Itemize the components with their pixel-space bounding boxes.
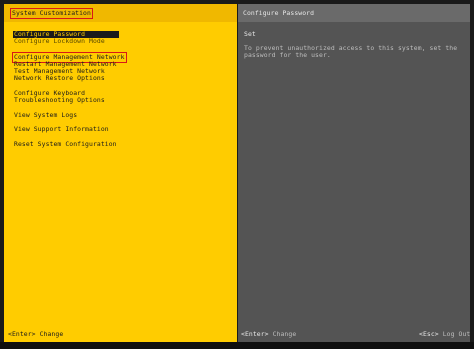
menu-item-reset-system-configuration[interactable]: Reset System Configuration [14, 141, 117, 148]
enter-action: Change [39, 330, 64, 338]
esc-key: <Esc> [419, 330, 439, 338]
change-action: Change [272, 330, 297, 338]
configure-password-panel: Configure Password Set To prevent unauth… [238, 4, 470, 342]
enter-key: <Enter> [8, 330, 36, 338]
system-customization-panel: System Customization Configure Password … [4, 4, 237, 342]
panel-title: System Customization [10, 8, 93, 19]
esc-logout-hint: <Esc> Log Out [419, 331, 470, 338]
enter-key-hint: <Enter> Change [8, 331, 63, 338]
detail-title: Configure Password [243, 9, 315, 17]
enter-change-hint: <Enter> Change [241, 331, 296, 338]
enter-key-right: <Enter> [241, 330, 269, 338]
menu-item-troubleshooting-options[interactable]: Troubleshooting Options [14, 97, 105, 104]
bottom-bar [0, 342, 474, 349]
menu-item-view-system-logs[interactable]: View System Logs [14, 112, 77, 119]
menu-item-network-restore-options[interactable]: Network Restore Options [14, 75, 105, 82]
menu-item-configure-lockdown-mode[interactable]: Configure Lockdown Mode [14, 38, 105, 45]
password-status: Set [244, 30, 256, 38]
dcui-screen: System Customization Configure Password … [0, 0, 474, 349]
description-line-2: password for the user. [244, 51, 331, 59]
logout-action: Log Out [442, 330, 471, 338]
menu-item-view-support-information[interactable]: View Support Information [14, 126, 109, 133]
